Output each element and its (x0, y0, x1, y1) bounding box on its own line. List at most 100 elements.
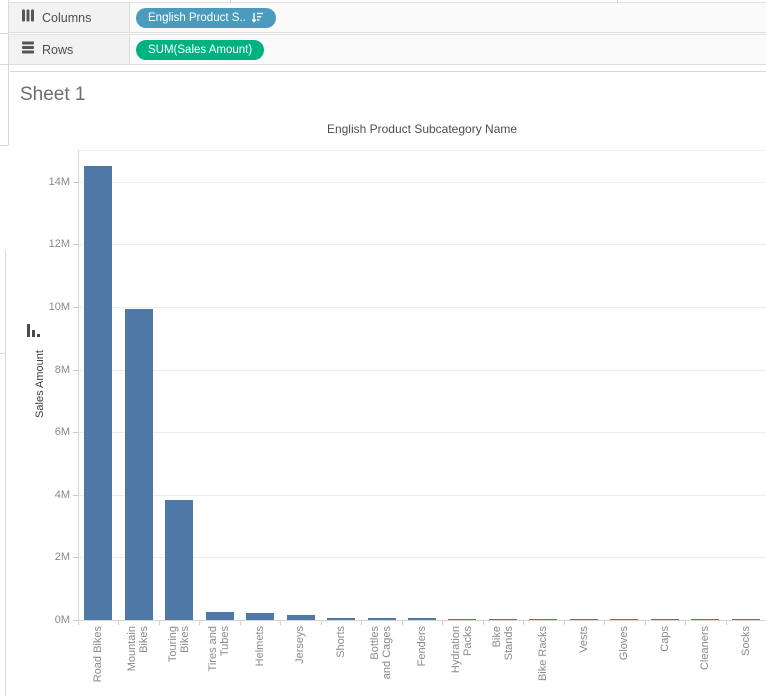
y-tick-12M (73, 244, 78, 245)
gridline-8M (79, 370, 766, 371)
left-panel-divider (0, 145, 8, 146)
columns-pill[interactable]: English Product S.. (136, 8, 276, 28)
x-tick-12 (564, 621, 565, 625)
bar-mountain-bikes[interactable] (125, 309, 153, 620)
rows-icon (21, 40, 35, 59)
x-axis-label-text: Vests (578, 626, 590, 696)
bar-bottles-and-cages[interactable] (368, 618, 396, 620)
x-axis-label-inner: Shorts (321, 626, 361, 696)
gridline-4M (79, 495, 766, 496)
bar-cleaners[interactable] (691, 619, 719, 620)
bar-caps[interactable] (651, 619, 679, 620)
rows-shelf[interactable]: Rows SUM(Sales Amount) (9, 34, 766, 65)
gridline-14M (79, 182, 766, 183)
x-tick-1 (118, 621, 119, 625)
bar-shorts[interactable] (327, 618, 355, 620)
x-axis-label-text: Mountain Bikes (127, 626, 151, 696)
x-axis-label-text: Tires and Tubes (208, 626, 232, 696)
y-tick-label-0M: 0M (24, 614, 70, 626)
left-panel-divider (0, 353, 5, 354)
bar-socks[interactable] (732, 619, 760, 620)
x-tick-10 (483, 621, 484, 625)
sheet-title: Sheet 1 (20, 84, 86, 106)
gridline-12M (79, 244, 766, 245)
x-axis-label-fenders[interactable]: Fenders (402, 626, 442, 696)
rows-shelf-label: Rows (42, 43, 73, 57)
y-tick-4M (73, 495, 78, 496)
x-axis-label-socks[interactable]: Socks (726, 626, 766, 696)
bar-touring-bikes[interactable] (165, 500, 193, 620)
rows-pill[interactable]: SUM(Sales Amount) (136, 40, 264, 60)
columns-icon (21, 8, 35, 27)
x-axis-label-inner: Jerseys (280, 626, 320, 696)
rows-pill-label: SUM(Sales Amount) (148, 44, 252, 56)
x-axis-label-inner: Cleaners (685, 626, 725, 696)
sort-descending-icon[interactable] (252, 12, 264, 23)
x-tick-3 (199, 621, 200, 625)
x-tick-11 (523, 621, 524, 625)
gridline-10M (79, 307, 766, 308)
bar-fenders[interactable] (408, 618, 436, 620)
x-axis-label-text: Touring Bikes (167, 626, 191, 696)
x-axis-label-tires-and-tubes[interactable]: Tires and Tubes (199, 626, 239, 696)
x-axis-label-inner: Helmets (240, 626, 280, 696)
bar-hydration-packs[interactable] (448, 619, 476, 620)
x-axis-label-gloves[interactable]: Gloves (604, 626, 644, 696)
bar-helmets[interactable] (246, 613, 274, 620)
x-axis-label-touring-bikes[interactable]: Touring Bikes (159, 626, 199, 696)
x-axis-label-road-bikes[interactable]: Road Bikes (78, 626, 118, 696)
x-axis-label-text: Fenders (416, 626, 428, 696)
bar-bike-stands[interactable] (489, 619, 517, 620)
sheet-card (10, 71, 766, 696)
y-tick-14M (73, 182, 78, 183)
bar-jerseys[interactable] (287, 615, 315, 620)
x-axis-label-helmets[interactable]: Helmets (240, 626, 280, 696)
x-axis-label-shorts[interactable]: Shorts (321, 626, 361, 696)
x-axis-label-inner: Hydration Packs (442, 626, 482, 696)
bar-road-bikes[interactable] (84, 166, 112, 620)
x-axis-label-text: Bike Racks (537, 626, 549, 696)
columns-shelf-label: Columns (42, 11, 91, 25)
x-axis-label-bike-stands[interactable]: Bike Stands (483, 626, 523, 696)
left-panel-divider (0, 33, 8, 34)
x-axis-label-jerseys[interactable]: Jerseys (280, 626, 320, 696)
x-axis-label-inner: Gloves (604, 626, 644, 696)
x-tick-7 (361, 621, 362, 625)
x-axis-label-cleaners[interactable]: Cleaners (685, 626, 725, 696)
x-axis-label-inner: Bike Racks (523, 626, 563, 696)
x-tick-9 (442, 621, 443, 625)
x-tick-16 (726, 621, 727, 625)
x-axis-label-text: Bottles and Cages (370, 626, 394, 696)
x-axis-line (78, 620, 766, 621)
x-axis-label-text: Road Bikes (92, 626, 104, 696)
x-axis-label-bottles-and-cages[interactable]: Bottles and Cages (361, 626, 401, 696)
x-axis-label-hydration-packs[interactable]: Hydration Packs (442, 626, 482, 696)
bar-vests[interactable] (570, 619, 598, 620)
y-tick-8M (73, 370, 78, 371)
y-tick-label-4M: 4M (24, 489, 70, 501)
x-axis-label-text: Helmets (254, 626, 266, 696)
y-tick-label-2M: 2M (24, 551, 70, 563)
y-tick-label-8M: 8M (24, 364, 70, 376)
x-axis-label-caps[interactable]: Caps (645, 626, 685, 696)
columns-shelf[interactable]: Columns English Product S.. (9, 2, 766, 33)
bar-tires-and-tubes[interactable] (206, 612, 234, 620)
bar-bike-racks[interactable] (529, 619, 557, 620)
bar-gloves[interactable] (610, 619, 638, 620)
plot-top-border (78, 150, 766, 151)
gridline-6M (79, 432, 766, 433)
x-axis-label-inner: Mountain Bikes (118, 626, 158, 696)
x-tick-5 (280, 621, 281, 625)
y-tick-6M (73, 432, 78, 433)
left-panel-border (5, 250, 6, 696)
x-axis-label-mountain-bikes[interactable]: Mountain Bikes (118, 626, 158, 696)
x-axis-label-inner: Bike Stands (483, 626, 523, 696)
x-axis-label-inner: Vests (564, 626, 604, 696)
chart-title: English Product Subcategory Name (78, 122, 766, 136)
y-axis-line (78, 150, 79, 621)
x-axis-label-vests[interactable]: Vests (564, 626, 604, 696)
x-axis-label-bike-racks[interactable]: Bike Racks (523, 626, 563, 696)
columns-shelf-header: Columns (9, 3, 130, 32)
x-tick-13 (604, 621, 605, 625)
x-tick-14 (645, 621, 646, 625)
